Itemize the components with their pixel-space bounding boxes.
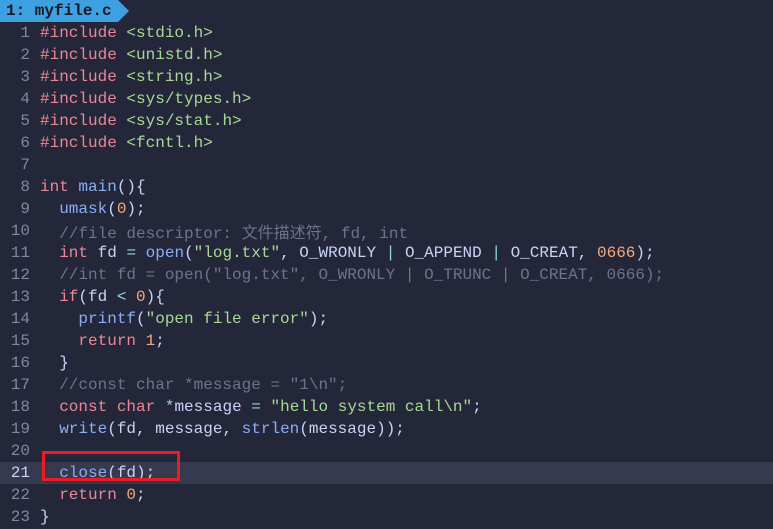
code-line[interactable]: 12 //int fd = open("log.txt", O_WRONLY |… bbox=[0, 264, 773, 286]
code-text: return 0; bbox=[34, 486, 146, 504]
line-number: 5 bbox=[0, 112, 34, 130]
line-number: 21 bbox=[0, 464, 34, 482]
code-line[interactable]: 4#include <sys/types.h> bbox=[0, 88, 773, 110]
line-number: 8 bbox=[0, 178, 34, 196]
code-line[interactable]: 6#include <fcntl.h> bbox=[0, 132, 773, 154]
code-line[interactable]: 8int main(){ bbox=[0, 176, 773, 198]
code-line[interactable]: 19 write(fd, message, strlen(message)); bbox=[0, 418, 773, 440]
code-line[interactable]: 14 printf("open file error"); bbox=[0, 308, 773, 330]
code-text: #include <fcntl.h> bbox=[34, 134, 213, 152]
line-number: 9 bbox=[0, 200, 34, 218]
code-text: #include <string.h> bbox=[34, 68, 222, 86]
code-text: if(fd < 0){ bbox=[34, 288, 165, 306]
code-line[interactable]: 15 return 1; bbox=[0, 330, 773, 352]
code-text: #include <unistd.h> bbox=[34, 46, 222, 64]
code-text: //file descriptor: 文件描述符, fd, int bbox=[34, 219, 408, 243]
code-line[interactable]: 1#include <stdio.h> bbox=[0, 22, 773, 44]
line-number: 13 bbox=[0, 288, 34, 306]
line-number: 14 bbox=[0, 310, 34, 328]
code-line[interactable]: 23} bbox=[0, 506, 773, 528]
code-text: //const char *message = "1\n"; bbox=[34, 376, 347, 394]
line-number: 3 bbox=[0, 68, 34, 86]
line-number: 10 bbox=[0, 222, 34, 240]
code-line[interactable]: 11 int fd = open("log.txt", O_WRONLY | O… bbox=[0, 242, 773, 264]
code-line[interactable]: 22 return 0; bbox=[0, 484, 773, 506]
code-line[interactable]: 2#include <unistd.h> bbox=[0, 44, 773, 66]
code-editor[interactable]: 1: myfile.c 1#include <stdio.h>2#include… bbox=[0, 0, 773, 529]
code-text: write(fd, message, strlen(message)); bbox=[34, 420, 405, 438]
code-text: } bbox=[34, 354, 69, 372]
line-number: 17 bbox=[0, 376, 34, 394]
line-number: 20 bbox=[0, 442, 34, 460]
code-line[interactable]: 17 //const char *message = "1\n"; bbox=[0, 374, 773, 396]
code-text: #include <sys/stat.h> bbox=[34, 112, 242, 130]
code-line[interactable]: 7 bbox=[0, 154, 773, 176]
code-text: printf("open file error"); bbox=[34, 310, 328, 328]
code-line[interactable]: 10 //file descriptor: 文件描述符, fd, int bbox=[0, 220, 773, 242]
code-text: umask(0); bbox=[34, 200, 146, 218]
line-number: 22 bbox=[0, 486, 34, 504]
line-number: 1 bbox=[0, 24, 34, 42]
code-text: int fd = open("log.txt", O_WRONLY | O_AP… bbox=[34, 244, 655, 262]
code-line[interactable]: 13 if(fd < 0){ bbox=[0, 286, 773, 308]
code-text: const char *message = "hello system call… bbox=[34, 398, 482, 416]
code-area[interactable]: 1#include <stdio.h>2#include <unistd.h>3… bbox=[0, 22, 773, 528]
code-line[interactable]: 3#include <string.h> bbox=[0, 66, 773, 88]
code-line[interactable]: 20 bbox=[0, 440, 773, 462]
code-text: #include <sys/types.h> bbox=[34, 90, 251, 108]
code-line[interactable]: 5#include <sys/stat.h> bbox=[0, 110, 773, 132]
file-tab-label: 1: myfile.c bbox=[6, 2, 112, 20]
file-tab[interactable]: 1: myfile.c bbox=[0, 0, 118, 22]
code-text: close(fd); bbox=[34, 464, 155, 482]
line-number: 19 bbox=[0, 420, 34, 438]
code-text: } bbox=[34, 508, 50, 526]
line-number: 18 bbox=[0, 398, 34, 416]
line-number: 2 bbox=[0, 46, 34, 64]
code-text: int main(){ bbox=[34, 178, 146, 196]
code-text: //int fd = open("log.txt", O_WRONLY | O_… bbox=[34, 266, 664, 284]
line-number: 7 bbox=[0, 156, 34, 174]
line-number: 6 bbox=[0, 134, 34, 152]
line-number: 4 bbox=[0, 90, 34, 108]
line-number: 12 bbox=[0, 266, 34, 284]
code-text: return 1; bbox=[34, 332, 165, 350]
tab-bar: 1: myfile.c bbox=[0, 0, 773, 22]
code-line[interactable]: 16 } bbox=[0, 352, 773, 374]
code-line[interactable]: 9 umask(0); bbox=[0, 198, 773, 220]
line-number: 16 bbox=[0, 354, 34, 372]
code-line[interactable]: 18 const char *message = "hello system c… bbox=[0, 396, 773, 418]
line-number: 15 bbox=[0, 332, 34, 350]
code-line[interactable]: 21 close(fd); bbox=[0, 462, 773, 484]
code-text: #include <stdio.h> bbox=[34, 24, 213, 42]
line-number: 23 bbox=[0, 508, 34, 526]
line-number: 11 bbox=[0, 244, 34, 262]
